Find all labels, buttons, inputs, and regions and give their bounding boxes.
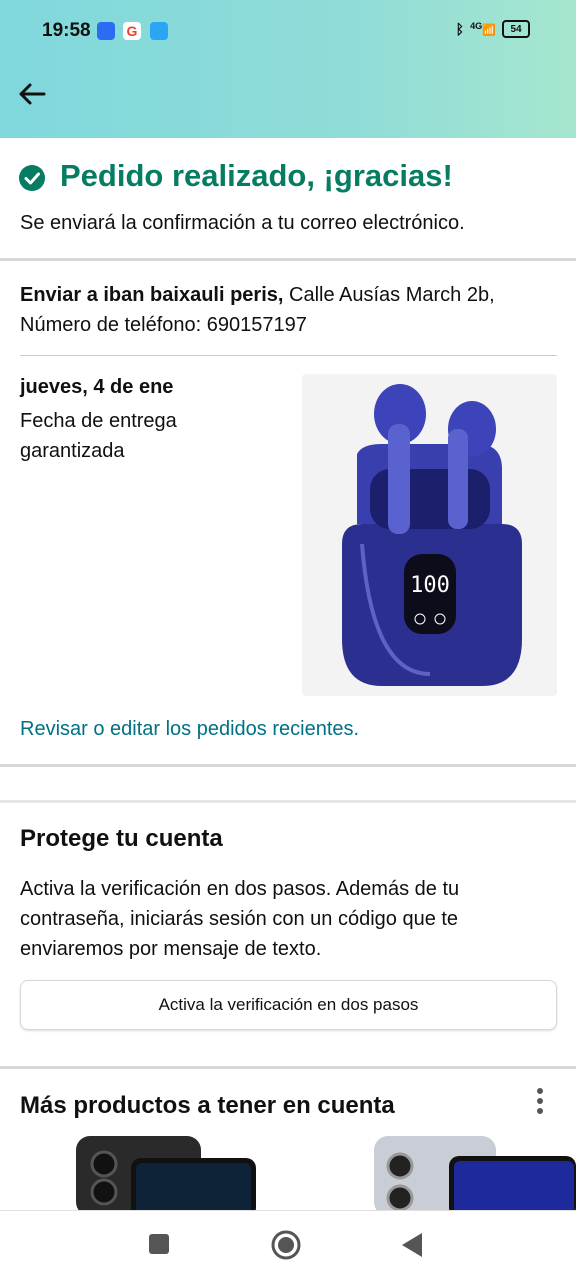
svg-text:100: 100: [410, 573, 450, 598]
divider: [20, 355, 557, 356]
shipping-label: Enviar a iban baixauli peris,: [20, 284, 284, 306]
battery-icon: 54: [502, 20, 530, 38]
signal-icon: 4G📶: [470, 21, 496, 37]
check-circle-icon: [19, 165, 45, 191]
divider: [0, 764, 576, 767]
back-nav-icon[interactable]: [400, 1231, 424, 1259]
back-arrow-icon[interactable]: [14, 74, 54, 114]
delivery-note: Fecha de entrega garantizada: [20, 410, 177, 462]
more-options-icon[interactable]: [530, 1086, 550, 1118]
earbuds-image: 100: [342, 384, 522, 686]
product-card[interactable]: [76, 1136, 261, 1221]
message-app-icon: [150, 22, 168, 40]
app-header: 19:58 G ᛒ 4G📶 54: [0, 0, 576, 138]
delivery-date: jueves, 4 de ene: [20, 376, 174, 398]
phone-image: [374, 1136, 576, 1218]
status-time: 19:58: [42, 20, 91, 41]
battery-level: 54: [510, 23, 522, 35]
shield-app-icon: [97, 22, 115, 40]
more-products-title: Más productos a tener en cuenta: [20, 1092, 395, 1119]
shipping-info: Enviar a iban baixauli peris, Calle Ausí…: [20, 280, 560, 340]
phone-image: [76, 1136, 256, 1218]
protect-body: Activa la verificación en dos pasos. Ade…: [20, 878, 460, 960]
recents-icon[interactable]: [148, 1233, 170, 1255]
enable-2fa-button[interactable]: Activa la verificación en dos pasos: [20, 980, 557, 1030]
confirmation-subtitle: Se enviará la confirmación a tu correo e…: [20, 212, 465, 234]
divider: [0, 800, 576, 803]
product-image[interactable]: 100: [302, 374, 557, 696]
android-nav-bar: [0, 1210, 576, 1281]
home-icon[interactable]: [270, 1229, 302, 1261]
confirmation-title: Pedido realizado, ¡gracias!: [60, 158, 453, 193]
bluetooth-icon: ᛒ: [455, 21, 465, 37]
google-icon: G: [123, 22, 141, 40]
divider: [0, 258, 576, 261]
product-card[interactable]: [374, 1136, 576, 1221]
review-orders-link[interactable]: Revisar o editar los pedidos recientes.: [20, 718, 359, 741]
divider: [0, 1066, 576, 1069]
status-bar: 19:58 G ᛒ 4G📶 54: [0, 0, 576, 60]
protect-title: Protege tu cuenta: [20, 825, 223, 852]
